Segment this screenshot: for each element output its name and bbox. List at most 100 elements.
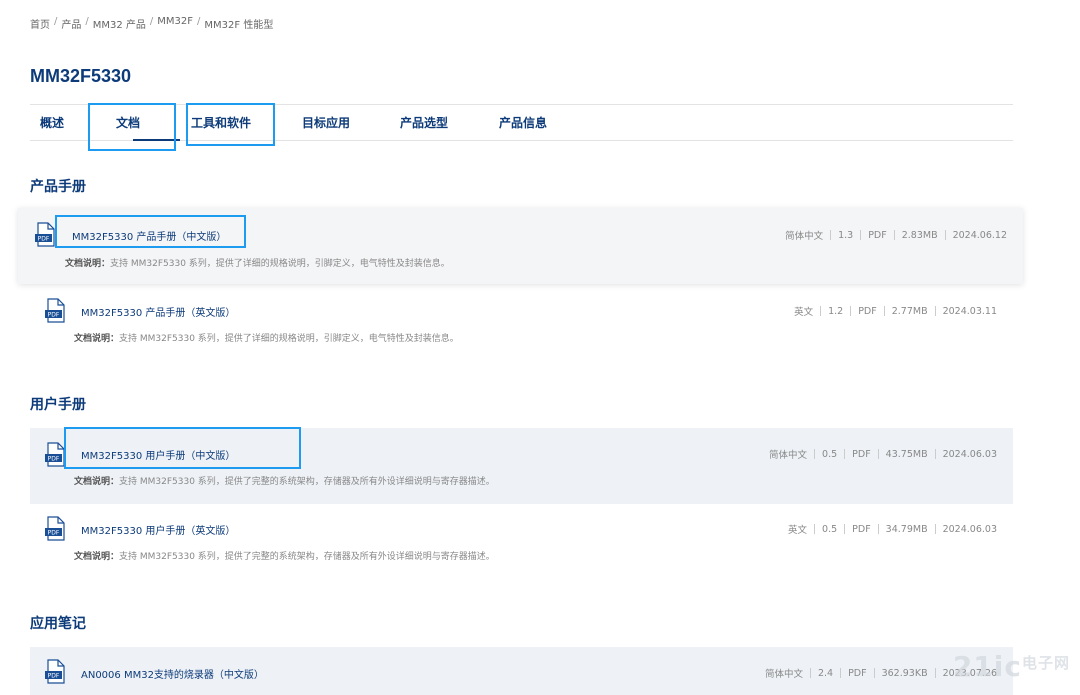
document-description: 文档说明：支持 MM32F5330 系列，提供了完整的系统架构，存储器及所有外设… <box>74 549 495 562</box>
meta-divider <box>934 306 936 316</box>
meta-divider <box>844 524 846 534</box>
doc-date: 2024.06.03 <box>942 448 997 460</box>
breadcrumb-separator: / <box>85 16 89 27</box>
tab-bar: 概述 文档 工具和软件 目标应用 产品选型 产品信息 <box>30 104 1013 141</box>
watermark-sub: 电子网 <box>1021 654 1070 672</box>
document-row[interactable]: PDF MM32F5330 用户手册（英文版） 文档说明：支持 MM32F533… <box>30 506 1013 574</box>
section-title-application-notes: 应用笔记 <box>30 616 86 632</box>
doc-language: 英文 <box>788 525 808 536</box>
meta-divider <box>934 449 936 459</box>
description-text: 支持 MM32F5330 系列，提供了完整的系统架构，存储器及所有外设详细说明与… <box>119 552 495 562</box>
document-meta: 简体中文 0.5 PDF 43.75MB 2024.06.03 <box>769 447 997 462</box>
pdf-icon-label: PDF <box>48 672 60 679</box>
pdf-icon-label: PDF <box>38 235 50 242</box>
pdf-file-icon: PDF <box>45 659 65 684</box>
document-description: 文档说明：支持 MM32F5330 系列，提供了详细的规格说明，引脚定义，电气特… <box>74 331 459 344</box>
meta-divider <box>860 230 862 240</box>
document-meta: 英文 0.5 PDF 34.79MB 2024.06.03 <box>788 522 997 537</box>
doc-version: 1.2 <box>828 305 844 317</box>
document-row[interactable]: PDF MM32F5330 产品手册（中文版） 文档说明：支持 MM32F533… <box>18 208 1023 284</box>
meta-divider <box>883 306 885 316</box>
tab-overview[interactable]: 概述 <box>40 105 64 141</box>
description-label: 文档说明： <box>74 552 120 562</box>
pdf-icon-label: PDF <box>48 311 60 318</box>
doc-language: 简体中文 <box>785 231 824 242</box>
tab-documents[interactable]: 文档 <box>116 105 140 141</box>
page-title: MM32F5330 <box>30 66 132 86</box>
document-title-link[interactable]: AN0006 MM32支持的烧录器（中文版） <box>81 666 264 681</box>
doc-format: PDF <box>848 667 867 679</box>
tab-product-selection[interactable]: 产品选型 <box>400 105 448 141</box>
meta-divider <box>814 524 816 534</box>
doc-format: PDF <box>852 523 871 535</box>
doc-language: 英文 <box>794 307 814 318</box>
doc-date: 2024.06.03 <box>942 523 997 535</box>
tab-product-info[interactable]: 产品信息 <box>499 105 547 141</box>
active-tab-indicator <box>133 139 180 141</box>
doc-version: 0.5 <box>822 523 838 535</box>
description-label: 文档说明： <box>74 334 120 344</box>
doc-version: 0.5 <box>822 448 838 460</box>
meta-divider <box>893 230 895 240</box>
document-meta: 英文 1.2 PDF 2.77MB 2024.03.11 <box>794 304 997 319</box>
site-watermark: 21ic电子网 <box>953 650 1070 683</box>
document-title-link[interactable]: MM32F5330 用户手册（英文版） <box>81 522 235 537</box>
doc-size: 2.83MB <box>901 229 938 241</box>
doc-language: 简体中文 <box>764 669 803 680</box>
meta-divider <box>934 668 936 678</box>
meta-divider <box>820 306 822 316</box>
breadcrumb-home[interactable]: 首页 <box>30 16 50 31</box>
document-description: 文档说明：支持 MM32F5330 系列，提供了详细的规格说明，引脚定义，电气特… <box>65 256 450 269</box>
document-row[interactable]: PDF MM32F5330 产品手册（英文版） 文档说明：支持 MM32F533… <box>30 288 1013 356</box>
pdf-file-icon: PDF <box>45 442 65 467</box>
doc-version: 1.3 <box>838 229 854 241</box>
document-row[interactable]: PDF MM32F5330 用户手册（中文版） 文档说明：支持 MM32F533… <box>30 428 1013 504</box>
doc-size: 362.93KB <box>881 667 928 679</box>
breadcrumb-mm32f[interactable]: MM32F <box>157 16 193 31</box>
document-title-link[interactable]: MM32F5330 产品手册（英文版） <box>81 304 235 319</box>
watermark-main: 21ic <box>952 650 1022 683</box>
breadcrumb-mm32f-performance[interactable]: MM32F 性能型 <box>204 16 273 31</box>
breadcrumb-separator: / <box>197 16 201 27</box>
document-title-link[interactable]: MM32F5330 用户手册（中文版） <box>81 447 235 462</box>
breadcrumb: 首页 / 产品 / MM32 产品 / MM32F / MM32F 性能型 <box>30 16 273 31</box>
meta-divider <box>873 668 875 678</box>
meta-divider <box>814 449 816 459</box>
meta-divider <box>830 230 832 240</box>
meta-divider <box>840 668 842 678</box>
tab-tools-software[interactable]: 工具和软件 <box>191 105 251 141</box>
breadcrumb-mm32-products[interactable]: MM32 产品 <box>93 16 146 31</box>
breadcrumb-separator: / <box>54 16 58 27</box>
meta-divider <box>934 524 936 534</box>
section-title-user-manuals: 用户手册 <box>30 397 86 413</box>
pdf-file-icon: PDF <box>35 222 55 247</box>
breadcrumb-products[interactable]: 产品 <box>61 16 81 31</box>
doc-date: 2024.06.12 <box>952 229 1007 241</box>
description-label: 文档说明： <box>65 259 111 269</box>
description-text: 支持 MM32F5330 系列，提供了详细的规格说明，引脚定义，电气特性及封装信… <box>119 334 459 344</box>
doc-size: 2.77MB <box>891 305 928 317</box>
meta-divider <box>809 668 811 678</box>
document-description: 文档说明：支持 MM32F5330 系列，提供了完整的系统架构，存储器及所有外设… <box>74 474 495 487</box>
doc-language: 简体中文 <box>769 450 808 461</box>
document-meta: 简体中文 1.3 PDF 2.83MB 2024.06.12 <box>785 228 1007 243</box>
meta-divider <box>944 230 946 240</box>
doc-format: PDF <box>852 448 871 460</box>
document-row[interactable]: PDF AN0006 MM32支持的烧录器（中文版） 简体中文 2.4 PDF … <box>30 647 1013 695</box>
document-title-link[interactable]: MM32F5330 产品手册（中文版） <box>72 228 226 243</box>
pdf-file-icon: PDF <box>45 298 65 323</box>
meta-divider <box>850 306 852 316</box>
tab-target-applications[interactable]: 目标应用 <box>302 105 350 141</box>
description-text: 支持 MM32F5330 系列，提供了详细的规格说明，引脚定义，电气特性及封装信… <box>110 259 450 269</box>
doc-size: 43.75MB <box>885 448 928 460</box>
doc-format: PDF <box>858 305 877 317</box>
doc-format: PDF <box>868 229 887 241</box>
doc-date: 2024.03.11 <box>942 305 997 317</box>
meta-divider <box>877 524 879 534</box>
pdf-icon-label: PDF <box>48 529 60 536</box>
section-title-datasheets: 产品手册 <box>30 179 86 195</box>
pdf-icon-label: PDF <box>48 455 60 462</box>
pdf-file-icon: PDF <box>45 516 65 541</box>
doc-size: 34.79MB <box>885 523 928 535</box>
doc-version: 2.4 <box>817 667 834 679</box>
